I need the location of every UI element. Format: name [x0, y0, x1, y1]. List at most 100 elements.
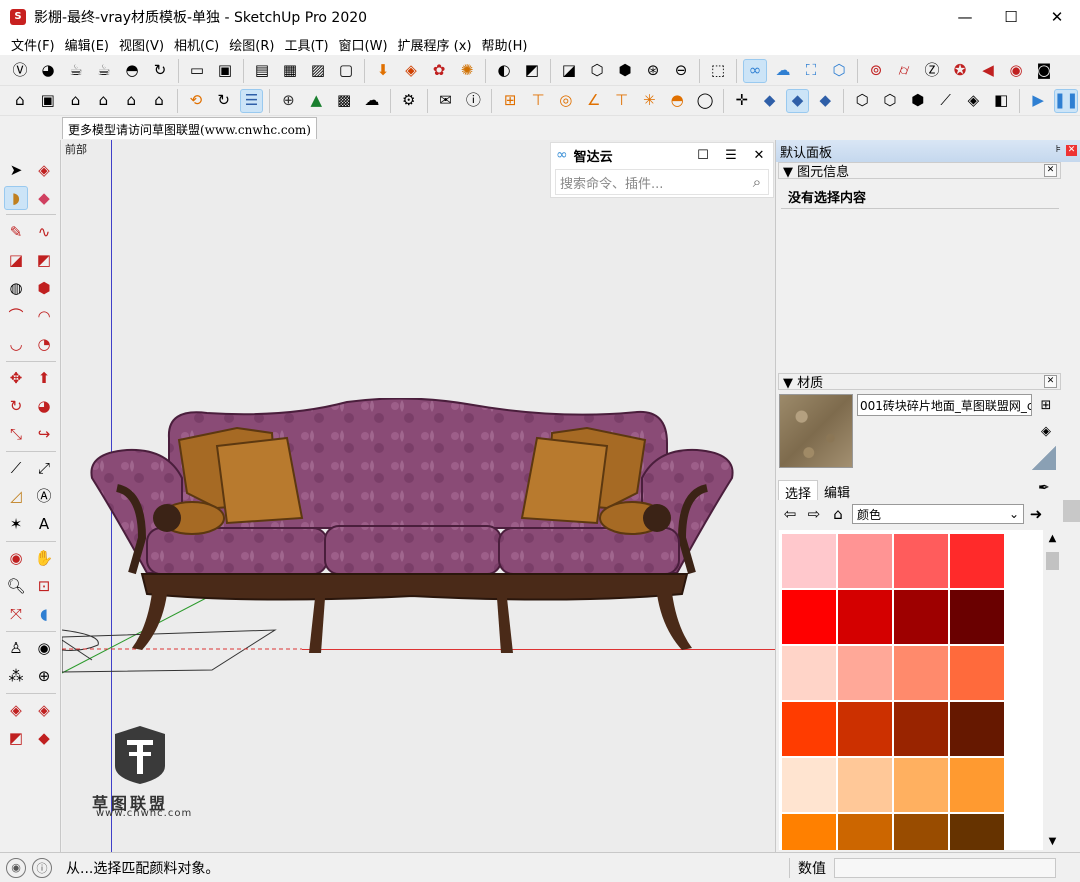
- pan-icon[interactable]: ✋: [32, 546, 56, 570]
- lightmix-icon[interactable]: ▣: [213, 59, 237, 83]
- scale-icon[interactable]: ⤡: [4, 422, 28, 446]
- camera-icon[interactable]: ▦: [278, 59, 302, 83]
- panel-close-button[interactable]: ✕: [745, 148, 773, 163]
- fur-icon[interactable]: ⊛: [641, 59, 665, 83]
- pack-icon[interactable]: ⬚: [706, 59, 730, 83]
- cloud-sync-icon[interactable]: ☁: [771, 59, 795, 83]
- panel-restore-button[interactable]: ☐: [689, 148, 717, 163]
- 3d-text-icon[interactable]: A: [32, 512, 56, 536]
- color-swatch[interactable]: [782, 646, 836, 700]
- circle-icon[interactable]: ◍: [4, 276, 28, 300]
- color-swatch[interactable]: [894, 590, 948, 644]
- color-swatch[interactable]: [782, 590, 836, 644]
- cube-dark-icon[interactable]: ◆: [813, 89, 837, 113]
- minimize-button[interactable]: —: [942, 0, 988, 33]
- make-component-icon[interactable]: ◈: [32, 158, 56, 182]
- style-textured-icon[interactable]: ◈: [962, 89, 986, 113]
- move-icon[interactable]: ✥: [4, 366, 28, 390]
- color-swatch[interactable]: [838, 646, 892, 700]
- fullscreen-icon[interactable]: ⛶: [799, 59, 823, 83]
- component-icon[interactable]: ▣: [36, 89, 60, 113]
- entity-info-close-button[interactable]: ✕: [1044, 164, 1057, 177]
- scroll-thumb[interactable]: [1046, 552, 1059, 570]
- arrow-left-icon[interactable]: ◀: [976, 59, 1000, 83]
- style-hidden-icon[interactable]: ⬢: [906, 89, 930, 113]
- zhidayun-icon[interactable]: ∞: [743, 58, 767, 83]
- rectangle-icon[interactable]: ◪: [4, 248, 28, 272]
- material-name-field[interactable]: 001砖块碎片地面_草图联盟网_c: [857, 394, 1032, 416]
- rotate-icon[interactable]: ↻: [4, 394, 28, 418]
- add-icon[interactable]: ⊕: [276, 89, 300, 113]
- offset-icon[interactable]: ↪: [32, 422, 56, 446]
- lock-icon[interactable]: ▢: [334, 59, 358, 83]
- menu-file[interactable]: 文件(F): [6, 35, 60, 54]
- color-swatch[interactable]: [838, 534, 892, 588]
- t-icon[interactable]: ⊤: [610, 89, 634, 113]
- select-icon[interactable]: ➤: [4, 158, 28, 182]
- section-plane-tool-icon[interactable]: ⊕: [32, 664, 56, 688]
- geo-location-icon[interactable]: ◉: [6, 857, 26, 878]
- style-wireframe-icon[interactable]: ⬡: [878, 89, 902, 113]
- angle-icon[interactable]: ∠: [582, 89, 606, 113]
- look-around-icon[interactable]: ◉: [32, 636, 56, 660]
- menu-edit[interactable]: 编辑(E): [60, 35, 114, 54]
- home-icon[interactable]: ⌂: [826, 503, 850, 525]
- settings-icon[interactable]: ✺: [455, 59, 479, 83]
- color-swatch[interactable]: [894, 534, 948, 588]
- sphere-gray-icon[interactable]: ◯: [693, 89, 717, 113]
- tray-scrollbar[interactable]: [1063, 500, 1080, 522]
- sandbox-scratch-icon[interactable]: ◈: [32, 698, 56, 722]
- checker-icon[interactable]: ▩: [332, 89, 356, 113]
- scroll-down-icon[interactable]: ▼: [1044, 833, 1061, 850]
- style-shaded-icon[interactable]: ⟋: [934, 89, 958, 113]
- pin-icon[interactable]: ⊧: [1056, 144, 1061, 155]
- color-swatch[interactable]: [894, 646, 948, 700]
- display-secondary-icon[interactable]: [1032, 446, 1056, 470]
- maximize-button[interactable]: ☐: [988, 0, 1034, 33]
- house-icon[interactable]: ⌂: [91, 89, 115, 113]
- section-plane-icon[interactable]: ⊞: [498, 89, 522, 113]
- eyedropper-icon[interactable]: ✒: [1038, 480, 1050, 496]
- plane-light-icon[interactable]: ◩: [520, 59, 544, 83]
- freehand-icon[interactable]: ∿: [32, 220, 56, 244]
- section-display-icon[interactable]: ⊤: [526, 89, 550, 113]
- interactive-render-icon[interactable]: ☕: [92, 59, 116, 83]
- follow-me-icon[interactable]: ◕: [32, 394, 56, 418]
- plugin-cube-icon[interactable]: ⬡: [827, 59, 851, 83]
- swatch-scrollbar[interactable]: ▲ ▼: [1044, 530, 1061, 850]
- library-select[interactable]: 颜色 ⌄: [852, 504, 1024, 524]
- warehouse-icon[interactable]: ⌂: [8, 89, 32, 113]
- zoom-window-icon[interactable]: ⊡: [32, 574, 56, 598]
- house-roof-icon[interactable]: ⌂: [147, 89, 171, 113]
- eye-icon[interactable]: ◉: [1004, 59, 1028, 83]
- menu-view[interactable]: 视图(V): [114, 35, 169, 54]
- material-preview[interactable]: [779, 394, 853, 468]
- cylinder-icon[interactable]: ⌭: [892, 59, 916, 83]
- back-icon[interactable]: ⇦: [778, 503, 802, 525]
- sofa-model[interactable]: [87, 398, 737, 658]
- materials-close-button[interactable]: ✕: [1044, 375, 1057, 388]
- position-camera-icon[interactable]: ♙: [4, 636, 28, 660]
- info-icon[interactable]: ⓘ: [461, 89, 485, 113]
- menu-help[interactable]: 帮助(H): [477, 35, 533, 54]
- color-swatch[interactable]: [782, 814, 836, 850]
- color-swatch[interactable]: [782, 534, 836, 588]
- cube-icon[interactable]: ⬢: [613, 59, 637, 83]
- details-arrow-icon[interactable]: ➜: [1024, 503, 1048, 525]
- credits-icon[interactable]: ⓘ: [32, 857, 52, 878]
- arc-icon[interactable]: ⌒: [4, 304, 28, 328]
- pause-icon[interactable]: ❚❚: [1053, 88, 1079, 113]
- extension-manager-icon[interactable]: ⟲: [184, 89, 208, 113]
- axes-tool-icon[interactable]: ✶: [4, 512, 28, 536]
- batch-render-icon[interactable]: ↻: [148, 59, 172, 83]
- tape-measure-icon[interactable]: ⟋: [4, 456, 28, 480]
- tab-edit[interactable]: 编辑: [818, 480, 856, 501]
- import-icon[interactable]: ⬇: [371, 59, 395, 83]
- dimension-icon[interactable]: ⤢: [32, 456, 56, 480]
- menu-extensions[interactable]: 扩展程序 (x): [393, 35, 477, 54]
- style-mono-icon[interactable]: ◧: [989, 89, 1013, 113]
- cube-blue-icon[interactable]: ◆: [785, 88, 810, 113]
- axes-icon[interactable]: ✛: [730, 89, 754, 113]
- rotated-rectangle-icon[interactable]: ◩: [32, 248, 56, 272]
- command-search-input[interactable]: 搜索命令、插件... ⌕: [555, 169, 769, 195]
